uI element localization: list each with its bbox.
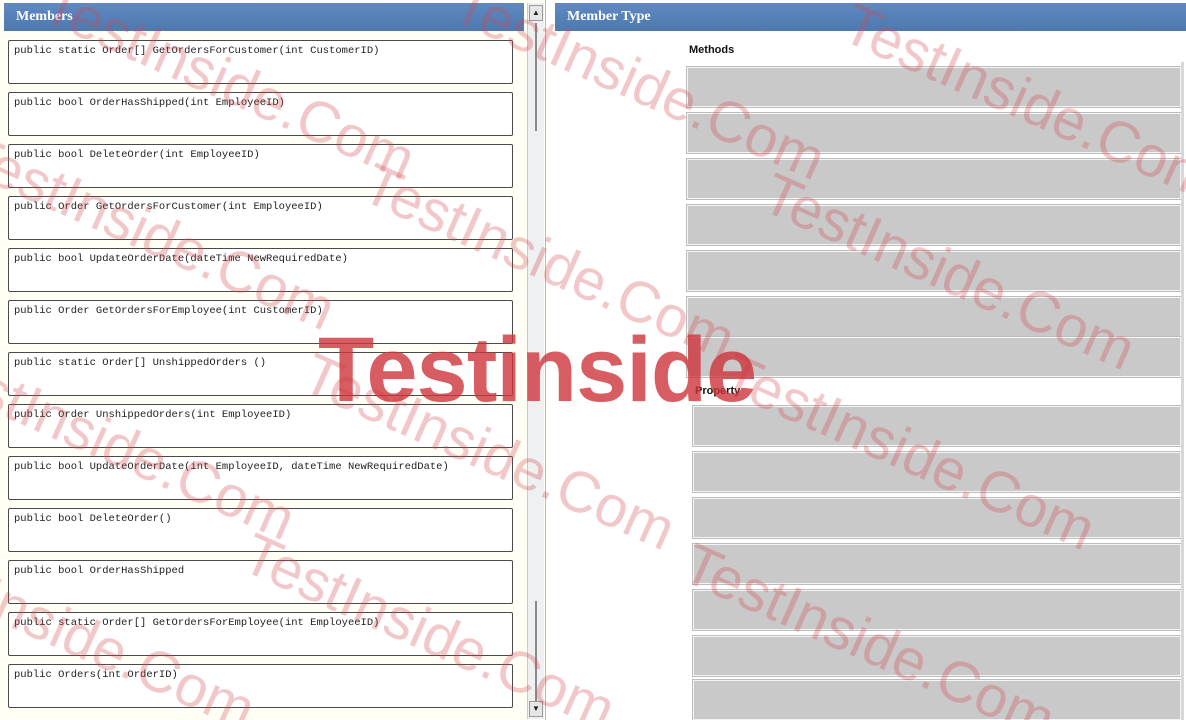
members-list: public static Order[] GetOrdersForCustom… — [8, 40, 513, 716]
property-drop-slot[interactable] — [693, 680, 1181, 720]
property-drop-slot[interactable] — [693, 636, 1181, 676]
scroll-thumb-lower[interactable] — [535, 601, 537, 701]
right-edge-border — [1181, 62, 1184, 720]
member-item[interactable]: public static Order[] GetOrdersForEmploy… — [8, 612, 513, 656]
member-item[interactable]: public Order GetOrdersForEmployee(int Cu… — [8, 300, 513, 344]
member-item[interactable]: public Order GetOrdersForCustomer(int Em… — [8, 196, 513, 240]
member-item[interactable]: public bool OrderHasShipped(int Employee… — [8, 92, 513, 136]
member-item[interactable]: public bool UpdateOrderDate(int Employee… — [8, 456, 513, 500]
members-scrollbar[interactable]: ▲ ▼ — [527, 3, 544, 719]
methods-label: Methods — [689, 44, 735, 56]
member-item[interactable]: public static Order[] GetOrdersForCustom… — [8, 40, 513, 84]
scroll-down-arrow-icon[interactable]: ▼ — [529, 701, 543, 717]
member-item[interactable]: public bool OrderHasShipped — [8, 560, 513, 604]
property-label: Property — [695, 385, 741, 397]
method-drop-slot[interactable] — [687, 205, 1181, 245]
method-drop-slot[interactable] — [687, 159, 1181, 199]
property-drop-slot[interactable] — [693, 498, 1181, 538]
method-drop-slot[interactable] — [687, 113, 1181, 153]
property-drop-slot[interactable] — [693, 544, 1181, 584]
members-panel: Members public static Order[] GetOrdersF… — [0, 0, 546, 720]
method-drop-slot[interactable] — [687, 297, 1181, 337]
scroll-up-arrow-icon[interactable]: ▲ — [529, 5, 543, 21]
member-item[interactable]: public Orders(int OrderID) — [8, 664, 513, 708]
members-header: Members — [4, 3, 524, 31]
method-drop-slot[interactable] — [687, 67, 1181, 107]
member-type-panel: Member Type Methods Property — [553, 0, 1186, 720]
member-type-header: Member Type — [555, 3, 1186, 31]
scroll-thumb[interactable] — [535, 23, 537, 131]
member-item[interactable]: public bool DeleteOrder(int EmployeeID) — [8, 144, 513, 188]
member-item[interactable]: public bool UpdateOrderDate(dateTime New… — [8, 248, 513, 292]
property-drop-slot[interactable] — [693, 406, 1181, 446]
property-drop-slot[interactable] — [693, 452, 1181, 492]
member-item[interactable]: public bool DeleteOrder() — [8, 508, 513, 552]
method-drop-slot[interactable] — [687, 251, 1181, 291]
method-drop-slot[interactable] — [687, 337, 1181, 377]
property-drop-slot[interactable] — [693, 590, 1181, 630]
member-item[interactable]: public static Order[] UnshippedOrders () — [8, 352, 513, 396]
member-item[interactable]: public Order UnshippedOrders(int Employe… — [8, 404, 513, 448]
